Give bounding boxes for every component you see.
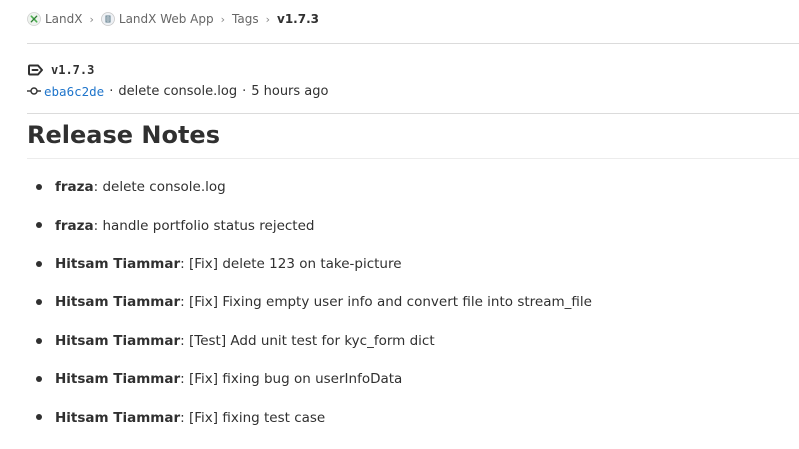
- separator-dot: ·: [242, 83, 247, 99]
- note-author: Hitsam Tiammar: [55, 332, 181, 349]
- list-item: Hitsam Tiammar: [Fix] fixing bug on user…: [27, 360, 592, 398]
- breadcrumb-label-landx: LandX: [45, 12, 83, 26]
- breadcrumb-item-current[interactable]: v1.7.3: [277, 12, 319, 26]
- breadcrumb-label-tags: Tags: [232, 12, 259, 26]
- chevron-right-icon: ›: [220, 12, 226, 26]
- commit-icon: [27, 86, 41, 96]
- breadcrumb-item-landx-web-app[interactable]: LandX Web App: [100, 12, 214, 26]
- note-author: Hitsam Tiammar: [55, 255, 181, 272]
- tag-header: v1.7.3: [27, 61, 94, 79]
- commit-time: 5 hours ago: [251, 83, 329, 99]
- commit-message: delete console.log: [118, 83, 238, 99]
- list-item: fraza: delete console.log: [27, 168, 592, 206]
- note-author: fraza: [55, 179, 94, 196]
- divider: [27, 43, 799, 44]
- note-author: Hitsam Tiammar: [55, 371, 181, 388]
- tag-icon: [27, 63, 44, 77]
- chevron-right-icon: ›: [265, 12, 270, 26]
- project-avatar-x-icon: [27, 12, 41, 26]
- chevron-right-icon: ›: [89, 12, 94, 26]
- list-item: Hitsam Tiammar: [Fix] Fixing empty user …: [27, 283, 592, 321]
- project-avatar-icon: [100, 12, 115, 26]
- note-author: Hitsam Tiammar: [55, 294, 181, 311]
- note-text: : [Test] Add unit test for kyc_form dict: [180, 332, 435, 349]
- note-text: : [Fix] fixing bug on userInfoData: [180, 371, 403, 388]
- release-notes-list: fraza: delete console.log fraza: handle …: [27, 168, 592, 437]
- note-text: : delete console.log: [93, 179, 226, 196]
- list-item: Hitsam Tiammar: [Test] Add unit test for…: [27, 322, 592, 360]
- separator-dot: ·: [109, 83, 114, 99]
- breadcrumb-item-tags[interactable]: Tags: [232, 12, 259, 26]
- commit-info: eba6c2de · delete console.log · 5 hours …: [27, 82, 328, 100]
- list-item: Hitsam Tiammar: [Fix] delete 123 on take…: [27, 245, 592, 283]
- breadcrumb: LandX › LandX Web App › Tags › v1.7.3: [27, 10, 319, 28]
- note-text: : [Fix] Fixing empty user info and conve…: [180, 294, 592, 311]
- note-text: : [Fix] fixing test case: [180, 409, 326, 426]
- commit-sha-link[interactable]: eba6c2de: [44, 84, 104, 99]
- note-author: Hitsam Tiammar: [55, 409, 181, 426]
- list-item: Hitsam Tiammar: [Fix] fixing test case: [27, 398, 592, 436]
- release-notes-heading: Release Notes: [27, 121, 220, 149]
- breadcrumb-item-landx[interactable]: LandX: [27, 12, 82, 26]
- note-text: : handle portfolio status rejected: [93, 217, 315, 234]
- divider: [27, 158, 799, 159]
- note-text: : [Fix] delete 123 on take-picture: [180, 255, 402, 272]
- note-author: fraza: [55, 217, 94, 234]
- list-item: fraza: handle portfolio status rejected: [27, 206, 592, 244]
- tag-name: v1.7.3: [51, 63, 95, 77]
- breadcrumb-label-landx-web-app: LandX Web App: [118, 12, 214, 26]
- divider: [27, 113, 799, 114]
